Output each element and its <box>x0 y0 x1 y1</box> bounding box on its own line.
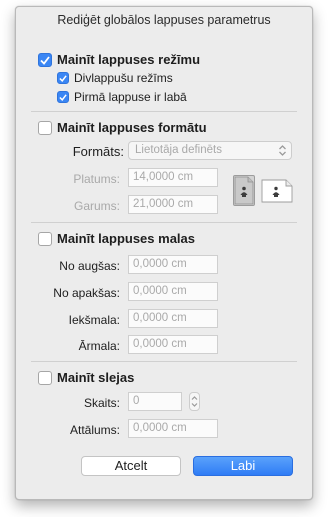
format-label: Formāts: <box>72 144 124 159</box>
first-right-label[interactable]: Pirmā lappuse ir labā <box>74 90 187 104</box>
portrait-orientation-button[interactable] <box>233 175 255 206</box>
separator <box>31 361 297 362</box>
height-field[interactable]: 21,0000 cm <box>128 195 218 214</box>
margins-checkbox[interactable] <box>38 232 52 246</box>
checkmark-icon <box>59 74 67 82</box>
column-count-label: Skaits: <box>83 396 120 410</box>
outer-margin-label: Ārmala: <box>78 339 120 353</box>
landscape-icon <box>261 179 293 203</box>
columns-heading[interactable]: Mainīt slejas <box>57 370 134 385</box>
top-margin-field[interactable]: 0,0000 cm <box>128 255 218 274</box>
dialog-window: Rediģēt globālos lappuses parametrus Mai… <box>15 6 313 500</box>
column-count-stepper[interactable] <box>189 392 200 411</box>
mode-heading[interactable]: Mainīt lappuses režīmu <box>57 52 200 67</box>
columns-checkbox[interactable] <box>38 371 52 385</box>
column-gap-label: Attālums: <box>69 423 120 437</box>
landscape-orientation-button[interactable] <box>261 179 293 203</box>
width-label: Platums: <box>73 172 120 186</box>
margins-heading[interactable]: Mainīt lappuses malas <box>57 231 195 246</box>
top-margin-label: No augšas: <box>59 259 120 273</box>
stepper-arrows-icon <box>191 396 198 407</box>
bottom-margin-label: No apakšas: <box>53 286 120 300</box>
format-popup[interactable]: Lietotāja definēts <box>128 141 292 160</box>
column-count-field[interactable]: 0 <box>128 392 182 411</box>
format-checkbox[interactable] <box>38 121 52 135</box>
ok-button[interactable]: Labi <box>193 456 293 476</box>
bottom-margin-field[interactable]: 0,0000 cm <box>128 282 218 301</box>
cancel-button[interactable]: Atcelt <box>81 456 181 476</box>
separator <box>31 222 297 223</box>
inner-margin-field[interactable]: 0,0000 cm <box>128 309 218 328</box>
double-page-label[interactable]: Divlappušu režīms <box>74 71 173 85</box>
format-popup-value: Lietotāja definēts <box>135 144 222 156</box>
chevron-updown-icon <box>279 145 286 156</box>
separator <box>31 111 297 112</box>
height-label: Garums: <box>73 199 120 213</box>
window-title: Rediģēt globālos lappuses parametrus <box>57 13 271 27</box>
double-page-checkbox[interactable] <box>57 72 69 84</box>
first-right-checkbox[interactable] <box>57 91 69 103</box>
mode-checkbox[interactable] <box>38 53 52 67</box>
format-heading[interactable]: Mainīt lappuses formātu <box>57 120 207 135</box>
outer-margin-field[interactable]: 0,0000 cm <box>128 335 218 354</box>
checkmark-icon <box>59 93 67 101</box>
portrait-icon <box>234 176 254 205</box>
checkmark-icon <box>40 55 50 65</box>
inner-margin-label: Iekšmala: <box>68 313 120 327</box>
column-gap-field[interactable]: 0,0000 cm <box>128 419 218 438</box>
width-field[interactable]: 14,0000 cm <box>128 168 218 187</box>
